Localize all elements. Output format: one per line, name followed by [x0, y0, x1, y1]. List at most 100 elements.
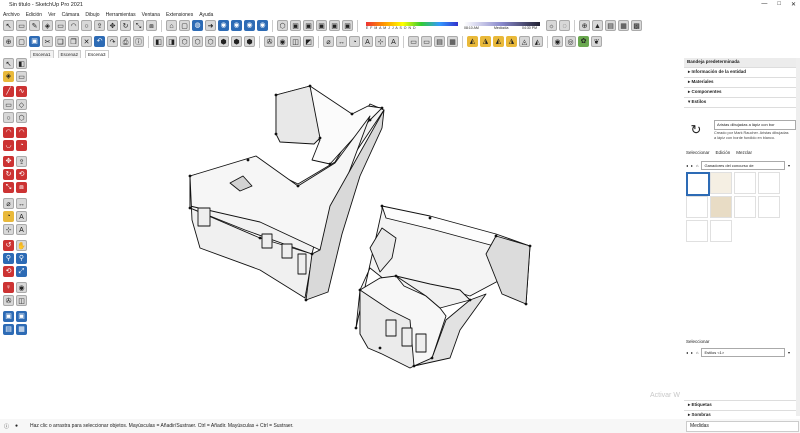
back-view-icon[interactable]: ▣	[329, 20, 340, 31]
select-icon[interactable]: ↖	[3, 20, 14, 31]
style-builder-icon[interactable]: ▦	[447, 36, 458, 47]
group-icon[interactable]: ◨	[166, 36, 177, 47]
delete-icon[interactable]: ✕	[81, 36, 92, 47]
tray-header[interactable]: Bandeja predeterminada	[684, 58, 796, 67]
textured-icon[interactable]: ⬢	[231, 36, 242, 47]
eraser-tool-icon[interactable]: ▭	[16, 71, 27, 82]
dimension-icon[interactable]: ↔	[336, 36, 347, 47]
send-layout-icon[interactable]: ▤	[3, 324, 14, 335]
home-library-icon[interactable]: ⌂	[696, 350, 698, 355]
library-select-secondary[interactable]: Estilos <1>	[701, 347, 785, 357]
circle-tool-icon[interactable]: ○	[3, 112, 14, 123]
tab-edicion[interactable]: Edición	[716, 150, 731, 155]
shadow-time-slider[interactable]: 08:10 AM Mediodía 04:30 PM	[464, 21, 540, 30]
home-icon[interactable]: ⌂	[166, 20, 177, 31]
orbit-tool-icon[interactable]: ↺	[3, 240, 14, 251]
tab-escena3[interactable]: Escena3	[85, 50, 109, 58]
home-library-icon[interactable]: ⌂	[696, 163, 698, 168]
pencil-icon[interactable]: ✎	[29, 20, 40, 31]
arc-tool-icon[interactable]: ◠	[3, 127, 14, 138]
hidden-line-icon[interactable]: ⬡	[205, 36, 216, 47]
warehouse-tool-icon[interactable]: ▣	[3, 311, 14, 322]
redo-icon[interactable]: ↷	[107, 36, 118, 47]
flip-edge-icon[interactable]: ◭	[532, 36, 543, 47]
tab-escena1[interactable]: Escena1	[30, 50, 54, 58]
back-arrow-icon[interactable]: ◂	[686, 163, 688, 168]
solid-subtract-icon[interactable]: ◎	[565, 36, 576, 47]
previous-view-icon[interactable]: ⟲	[3, 266, 14, 277]
walk-tool-large-icon[interactable]: ✇	[3, 295, 14, 306]
look-around-tool-icon[interactable]: ◉	[16, 282, 27, 293]
back-arrow-icon[interactable]: ◂	[686, 350, 688, 355]
protractor-tool-icon[interactable]: ◔	[3, 211, 14, 222]
eraser-icon[interactable]: ▭	[16, 20, 27, 31]
select-tool-icon[interactable]: ↖	[3, 58, 14, 69]
style-name[interactable]: Aristas dibujadas a lápiz con bor	[714, 120, 796, 130]
extension-tool-icon[interactable]: ▣	[16, 311, 27, 322]
trimble-connect-icon[interactable]: ▦	[16, 324, 27, 335]
freehand-tool-icon[interactable]: ∿	[16, 86, 27, 97]
style-thumb[interactable]	[710, 172, 732, 194]
tab-seleccionar[interactable]: Seleccionar	[686, 150, 710, 155]
sandbox-icon[interactable]: ◭	[467, 36, 478, 47]
extension-warehouse-icon[interactable]: ▩	[631, 20, 642, 31]
scale-icon[interactable]: ⤡	[133, 20, 144, 31]
model-viewport[interactable]: Activar W	[30, 58, 682, 416]
new-icon[interactable]: ▢	[179, 20, 190, 31]
protractor-icon[interactable]: ◔	[349, 36, 360, 47]
offset-icon[interactable]: ⧈	[146, 20, 157, 31]
monitor-icon[interactable]: ▭	[421, 36, 432, 47]
left-view-icon[interactable]: ▣	[342, 20, 353, 31]
smoove-icon[interactable]: ◮	[480, 36, 491, 47]
details-icon[interactable]: ▾	[788, 163, 790, 168]
push-pull-icon[interactable]: ⇪	[94, 20, 105, 31]
cube-icon[interactable]: ⬡	[179, 36, 190, 47]
arc-icon[interactable]: ◠	[68, 20, 79, 31]
move-tool-icon[interactable]: ✥	[3, 156, 14, 167]
wireframe-icon[interactable]: ⬡	[192, 36, 203, 47]
pie-tool-icon[interactable]: ◔	[16, 140, 27, 151]
3d-warehouse-icon[interactable]: ▦	[618, 20, 629, 31]
style-thumb[interactable]	[710, 196, 732, 218]
section-entity-info[interactable]: ▸ Información de la entidad	[684, 67, 796, 77]
library-select[interactable]: Ganadores del concurso de	[701, 160, 785, 170]
details-icon[interactable]: ▾	[788, 350, 790, 355]
globe-icon[interactable]: ◍	[192, 20, 203, 31]
offset-tool-icon[interactable]: ⧈	[16, 182, 27, 193]
top-view-icon[interactable]: ▣	[290, 20, 301, 31]
section-styles[interactable]: ▾ Estilos	[684, 97, 796, 107]
section-plane-icon[interactable]: ◫	[290, 36, 301, 47]
display-icon[interactable]: ▭	[408, 36, 419, 47]
print-icon[interactable]: ⎙	[120, 36, 131, 47]
add-location-icon[interactable]: ⊕	[579, 20, 590, 31]
iso-view-icon[interactable]: ⬡	[277, 20, 288, 31]
walk-tool-icon[interactable]: ✇	[264, 36, 275, 47]
stamp-icon[interactable]: ◭	[493, 36, 504, 47]
tab-mezclar[interactable]: Mezclar	[736, 150, 752, 155]
tape-tool-icon[interactable]: ⌀	[3, 198, 14, 209]
dimension-tool-icon[interactable]: ↔	[16, 198, 27, 209]
solid-union-icon[interactable]: ◉	[552, 36, 563, 47]
forward-arrow-icon[interactable]: ▸	[691, 163, 693, 168]
make-component-icon[interactable]: ◧	[153, 36, 164, 47]
open-icon[interactable]: ▢	[16, 36, 27, 47]
text-tool-icon[interactable]: A	[16, 211, 27, 222]
paste-icon[interactable]: ❐	[68, 36, 79, 47]
style-thumb[interactable]	[758, 196, 780, 218]
paint-bucket-icon[interactable]: ◈	[42, 20, 53, 31]
3d-text-tool-icon[interactable]: A	[16, 224, 27, 235]
layout-icon[interactable]: ▤	[434, 36, 445, 47]
two-point-arc-icon[interactable]: ◠	[16, 127, 27, 138]
drape-icon[interactable]: ◮	[506, 36, 517, 47]
leaf-icon[interactable]: ❦	[591, 36, 602, 47]
paint-tool-icon[interactable]: ◈	[3, 71, 14, 82]
front-view-icon[interactable]: ▣	[303, 20, 314, 31]
zoom-tool-icon[interactable]: ⚲	[3, 253, 14, 264]
next-icon[interactable]: ➜	[205, 20, 216, 31]
fog-icon[interactable]: ◌	[559, 20, 570, 31]
maximize-button[interactable]: □	[777, 1, 781, 8]
photo-texture-icon[interactable]: ▤	[605, 20, 616, 31]
style-thumb[interactable]	[710, 220, 732, 242]
rotate-tool-icon[interactable]: ↻	[3, 169, 14, 180]
undo-icon[interactable]: ↶	[94, 36, 105, 47]
